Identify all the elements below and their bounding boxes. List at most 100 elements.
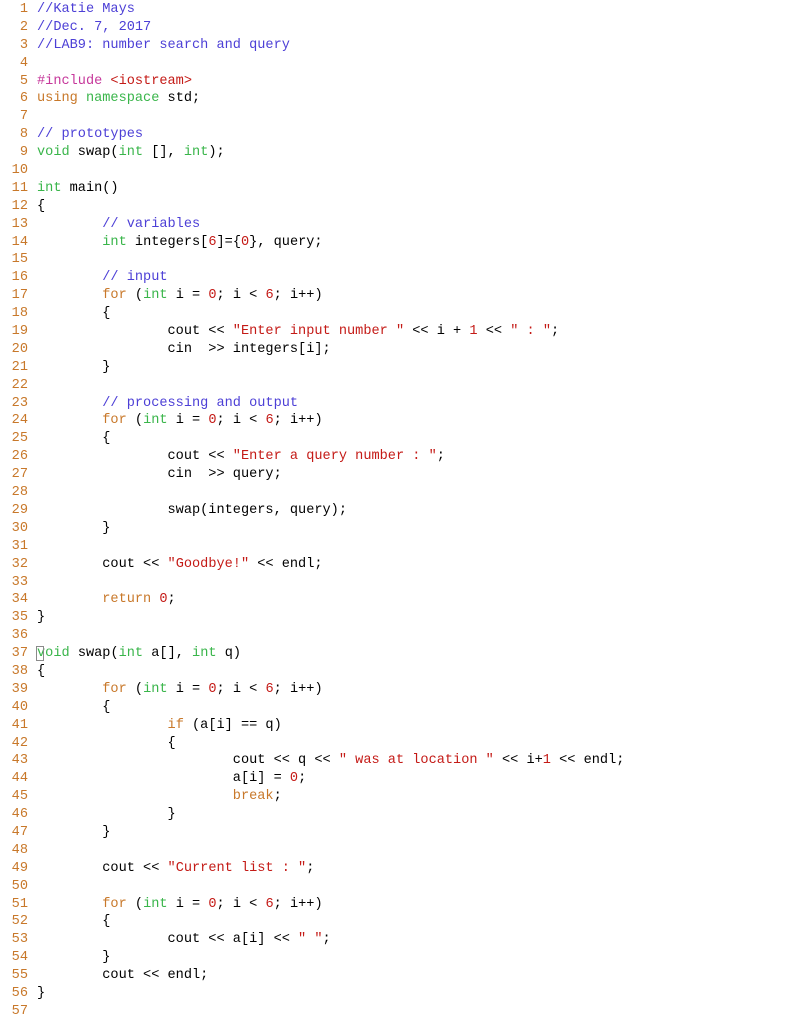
code-line[interactable]: 46 }	[0, 806, 791, 824]
line-number: 17	[11, 288, 28, 304]
line-number: 54	[11, 950, 28, 966]
line-code: for (int i = 0; i < 6; i++)	[28, 412, 323, 430]
line-code: {	[28, 699, 110, 717]
code-token: cout <<	[37, 860, 168, 876]
code-line[interactable]: 23 // processing and output	[0, 395, 791, 413]
code-line[interactable]: 7	[0, 108, 791, 126]
code-line[interactable]: 42 {	[0, 735, 791, 753]
code-line[interactable]: 53 cout << a[i] << " ";	[0, 931, 791, 949]
code-token: ;	[298, 771, 307, 787]
keyword-token: if	[167, 717, 193, 733]
code-line[interactable]: 29 swap(integers, query);	[0, 502, 791, 520]
code-line[interactable]: 52 {	[0, 913, 791, 931]
code-line[interactable]: 41 if (a[i] == q)	[0, 717, 791, 735]
code-line[interactable]: 24 for (int i = 0; i < 6; i++)	[0, 412, 791, 430]
type-token: int	[143, 413, 176, 429]
code-line[interactable]: 47 }	[0, 824, 791, 842]
type-token: int	[192, 646, 225, 662]
code-token: a[i] =	[37, 771, 290, 787]
code-line[interactable]: 18 {	[0, 305, 791, 323]
code-line[interactable]: 33	[0, 574, 791, 592]
line-number: 29	[11, 502, 28, 518]
code-token: ;	[167, 592, 176, 608]
line-number: 22	[11, 377, 28, 393]
code-line[interactable]: 25 {	[0, 430, 791, 448]
code-line[interactable]: 10	[0, 162, 791, 180]
type-token: int	[118, 145, 152, 161]
code-token: {	[37, 663, 46, 679]
line-number: 50	[11, 878, 28, 894]
code-line[interactable]: 54 }	[0, 949, 791, 967]
code-line[interactable]: 14 int integers[6]={0}, query;	[0, 234, 791, 252]
code-line[interactable]: 17 for (int i = 0; i < 6; i++)	[0, 287, 791, 305]
type-token: int	[183, 145, 209, 161]
code-line[interactable]: 19 cout << "Enter input number " << i + …	[0, 323, 791, 341]
code-line[interactable]: 36	[0, 627, 791, 645]
include-path-token: <iostream>	[110, 73, 192, 89]
code-token: ; i++)	[273, 413, 323, 429]
code-line[interactable]: 51 for (int i = 0; i < 6; i++)	[0, 896, 791, 914]
code-line[interactable]: 2 //Dec. 7, 2017	[0, 19, 791, 37]
code-line[interactable]: 55 cout << endl;	[0, 967, 791, 985]
code-line[interactable]: 30 }	[0, 520, 791, 538]
code-token: ; i++)	[273, 288, 323, 304]
code-line[interactable]: 32 cout << "Goodbye!" << endl;	[0, 556, 791, 574]
code-line[interactable]: 21 }	[0, 359, 791, 377]
line-number: 26	[11, 449, 28, 465]
code-line[interactable]: 50	[0, 878, 791, 896]
code-line[interactable]: 8 // prototypes	[0, 126, 791, 144]
line-number: 15	[11, 252, 28, 268]
line-code: {	[28, 913, 110, 931]
code-line[interactable]: 9 void swap(int [], int);	[0, 144, 791, 162]
code-line[interactable]: 49 cout << "Current list : ";	[0, 860, 791, 878]
code-line[interactable]: 27 cin >> query;	[0, 466, 791, 484]
code-line[interactable]: 3 //LAB9: number search and query	[0, 37, 791, 55]
code-line[interactable]: 34 return 0;	[0, 591, 791, 609]
code-line[interactable]: 44 a[i] = 0;	[0, 770, 791, 788]
number-literal-token: 0	[208, 413, 217, 429]
code-line[interactable]: 20 cin >> integers[i];	[0, 341, 791, 359]
code-line[interactable]: 12 {	[0, 198, 791, 216]
line-code: using namespace std;	[28, 90, 200, 108]
code-token: << endl;	[550, 753, 625, 769]
line-number: 40	[11, 699, 28, 715]
code-line[interactable]: 56}	[0, 985, 791, 1003]
code-line[interactable]: 16 // input	[0, 269, 791, 287]
code-line[interactable]: 11 int main()	[0, 180, 791, 198]
code-line[interactable]: 45 break;	[0, 788, 791, 806]
code-line[interactable]: 57	[0, 1003, 791, 1021]
comment-token: //LAB9: number search and query	[37, 37, 290, 53]
code-line[interactable]: 4	[0, 55, 791, 73]
line-code: for (int i = 0; i < 6; i++)	[28, 681, 322, 699]
code-token: ; i++)	[273, 896, 323, 912]
code-line[interactable]: 1 //Katie Mays	[0, 1, 791, 19]
code-token: integers[	[134, 234, 209, 250]
code-line[interactable]: 6 using namespace std;	[0, 90, 791, 108]
code-line[interactable]: 43 cout << q << " was at location " << i…	[0, 752, 791, 770]
code-line[interactable]: 22	[0, 377, 791, 395]
code-editor[interactable]: 1 //Katie Mays 2 //Dec. 7, 2017 3 //LAB9: num…	[0, 1, 791, 1021]
code-line[interactable]: 5 #include <iostream>	[0, 73, 791, 91]
code-line[interactable]: 37 void swap(int a[], int q)	[0, 645, 791, 663]
line-number: 1	[19, 2, 28, 17]
code-line[interactable]: 13 // variables	[0, 216, 791, 234]
code-token: {	[37, 306, 111, 322]
code-line[interactable]: 40 {	[0, 699, 791, 717]
code-line[interactable]: 28	[0, 484, 791, 502]
code-token: ;	[550, 324, 560, 340]
code-line[interactable]: 38 {	[0, 663, 791, 681]
code-line[interactable]: 48	[0, 842, 791, 860]
line-number: 49	[11, 860, 28, 876]
line-code: cout << "Current list : ";	[28, 860, 314, 878]
code-line[interactable]: 15	[0, 251, 791, 269]
code-line[interactable]: 26 cout << "Enter a query number : ";	[0, 448, 791, 466]
line-number: 30	[11, 520, 28, 536]
code-line[interactable]: 31	[0, 538, 791, 556]
code-line[interactable]: 35}	[0, 609, 791, 627]
code-line[interactable]: 39 for (int i = 0; i < 6; i++)	[0, 681, 791, 699]
line-code: }	[28, 985, 45, 1003]
